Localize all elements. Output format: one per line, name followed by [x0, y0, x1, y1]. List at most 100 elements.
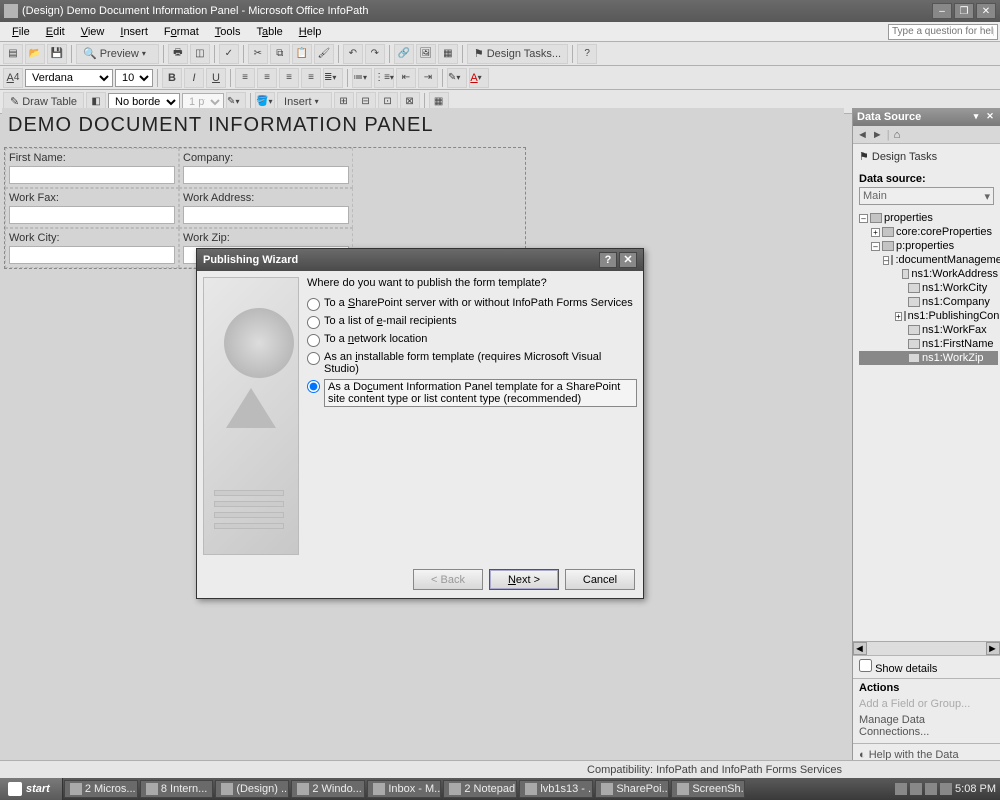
italic-icon[interactable]: I [184, 68, 204, 88]
radio-input[interactable] [307, 334, 320, 347]
taskbar-item[interactable]: (Design) ... [215, 780, 289, 798]
tree-node[interactable]: +ns1:PublishingCon [859, 309, 998, 323]
taskbar-item[interactable]: 2 Micros... [64, 780, 138, 798]
open-icon[interactable]: 📂 [25, 44, 45, 64]
nav-home-icon[interactable]: ⌂ [894, 129, 901, 141]
text-input[interactable] [9, 246, 175, 264]
radio-option[interactable]: To a list of e-mail recipients [307, 313, 637, 331]
align-center-icon[interactable]: ≡ [257, 68, 277, 88]
text-input[interactable] [9, 206, 175, 224]
numbered-list-icon[interactable]: ≔▾ [352, 68, 372, 88]
print-icon[interactable]: 🖶 [168, 44, 188, 64]
menu-edit[interactable]: Edit [38, 24, 73, 40]
menu-tools[interactable]: Tools [207, 24, 249, 40]
scroll-left-icon[interactable]: ◄ [853, 642, 867, 655]
show-details-checkbox[interactable]: Show details [859, 663, 937, 675]
tray-icon[interactable] [895, 783, 907, 795]
design-tasks-button[interactable]: ⚑ Design Tasks... [467, 44, 568, 64]
tree-toggle-icon[interactable]: + [871, 228, 880, 237]
menu-format[interactable]: Format [156, 24, 207, 40]
panel-close-icon[interactable]: ✕ [984, 111, 996, 123]
undo-icon[interactable]: ↶ [343, 44, 363, 64]
font-button[interactable]: A4 [3, 68, 23, 88]
tree-toggle-icon[interactable]: – [883, 256, 889, 265]
bulleted-list-icon[interactable]: ⋮≡▾ [374, 68, 394, 88]
menu-insert[interactable]: Insert [112, 24, 156, 40]
taskbar-item[interactable]: 8 Intern... [140, 780, 213, 798]
start-button[interactable]: start [0, 778, 63, 800]
spellcheck-icon[interactable]: ✓ [219, 44, 239, 64]
cut-icon[interactable]: ✂ [248, 44, 268, 64]
tray-icon[interactable] [910, 783, 922, 795]
radio-input[interactable] [307, 352, 320, 365]
maximize-button[interactable]: ❐ [954, 3, 974, 19]
tree-toggle-icon[interactable]: – [859, 214, 868, 223]
radio-option[interactable]: As a Document Information Panel template… [307, 377, 637, 409]
save-icon[interactable]: 💾 [47, 44, 67, 64]
close-button[interactable]: ✕ [976, 3, 996, 19]
next-button[interactable]: Next > [489, 569, 559, 590]
radio-option[interactable]: To a SharePoint server with or without I… [307, 295, 637, 313]
nav-fwd-icon[interactable]: ► [872, 129, 883, 141]
taskbar-item[interactable]: SharePoi... [595, 780, 669, 798]
tree-node[interactable]: ns1:Company [859, 295, 998, 309]
system-tray[interactable]: 5:08 PM [891, 783, 1000, 795]
increase-indent-icon[interactable]: ⇥ [418, 68, 438, 88]
help-search-input[interactable] [888, 24, 998, 40]
scroll-right-icon[interactable]: ► [986, 642, 1000, 655]
tree-node[interactable]: +core:coreProperties [859, 225, 998, 239]
highlight-icon[interactable]: ✎▾ [447, 68, 467, 88]
tree-node[interactable]: ns1:FirstName [859, 337, 998, 351]
redo-icon[interactable]: ↷ [365, 44, 385, 64]
help-search[interactable] [888, 24, 998, 40]
taskbar-item[interactable]: 2 Windo... [291, 780, 365, 798]
menu-view[interactable]: View [73, 24, 113, 40]
text-input[interactable] [183, 206, 349, 224]
decrease-indent-icon[interactable]: ⇤ [396, 68, 416, 88]
tree-toggle-icon[interactable]: + [895, 312, 902, 321]
dialog-titlebar[interactable]: Publishing Wizard ? ✕ [197, 249, 643, 271]
preview-button[interactable]: 🔍 Preview ▾ [76, 44, 159, 64]
tree-node[interactable]: –properties [859, 211, 998, 225]
paste-icon[interactable]: 📋 [292, 44, 312, 64]
font-color-icon[interactable]: A▾ [469, 68, 489, 88]
manage-connections-link[interactable]: Manage Data Connections... [859, 712, 994, 740]
align-left-icon[interactable]: ≡ [235, 68, 255, 88]
tree-node[interactable]: ns1:WorkZip [859, 351, 998, 365]
tree-node[interactable]: –:documentManageme [859, 253, 998, 267]
tray-icon[interactable] [940, 783, 952, 795]
print-preview-icon[interactable]: ◫ [190, 44, 210, 64]
cancel-button[interactable]: Cancel [565, 569, 635, 590]
bold-icon[interactable]: B [162, 68, 182, 88]
taskbar-item[interactable]: 2 Notepad [443, 780, 517, 798]
nav-back-icon[interactable]: ◄ [857, 129, 868, 141]
horizontal-scrollbar[interactable]: ◄ ► [853, 641, 1000, 655]
tree-node[interactable]: –p:properties [859, 239, 998, 253]
tray-icon[interactable] [925, 783, 937, 795]
minimize-button[interactable]: – [932, 3, 952, 19]
panel-dropdown-icon[interactable]: ▾ [970, 111, 982, 123]
text-input[interactable] [183, 166, 349, 184]
insert-table-icon[interactable]: ▦ [438, 44, 458, 64]
dialog-close-icon[interactable]: ✕ [619, 252, 637, 268]
tree-node[interactable]: ns1:WorkAddress [859, 267, 998, 281]
radio-input[interactable] [307, 316, 320, 329]
menu-help[interactable]: Help [291, 24, 330, 40]
insert-picture-icon[interactable]: 🖼 [416, 44, 436, 64]
font-size-select[interactable]: 10 [115, 69, 153, 87]
taskbar-item[interactable]: Inbox - M... [367, 780, 441, 798]
new-icon[interactable]: ▤ [3, 44, 23, 64]
align-justify-icon[interactable]: ≡ [301, 68, 321, 88]
data-source-select[interactable]: Main ▾ [859, 187, 994, 205]
radio-option[interactable]: As an installable form template (require… [307, 349, 637, 377]
dialog-help-icon[interactable]: ? [599, 252, 617, 268]
line-spacing-icon[interactable]: ≣▾ [323, 68, 343, 88]
tree-toggle-icon[interactable]: – [871, 242, 880, 251]
menu-table[interactable]: Table [248, 24, 290, 40]
insert-hyperlink-icon[interactable]: 🔗 [394, 44, 414, 64]
radio-input[interactable] [307, 380, 320, 393]
help-icon[interactable]: ? [577, 44, 597, 64]
underline-icon[interactable]: U [206, 68, 226, 88]
menu-file[interactable]: File [4, 24, 38, 40]
font-name-select[interactable]: Verdana [25, 69, 113, 87]
